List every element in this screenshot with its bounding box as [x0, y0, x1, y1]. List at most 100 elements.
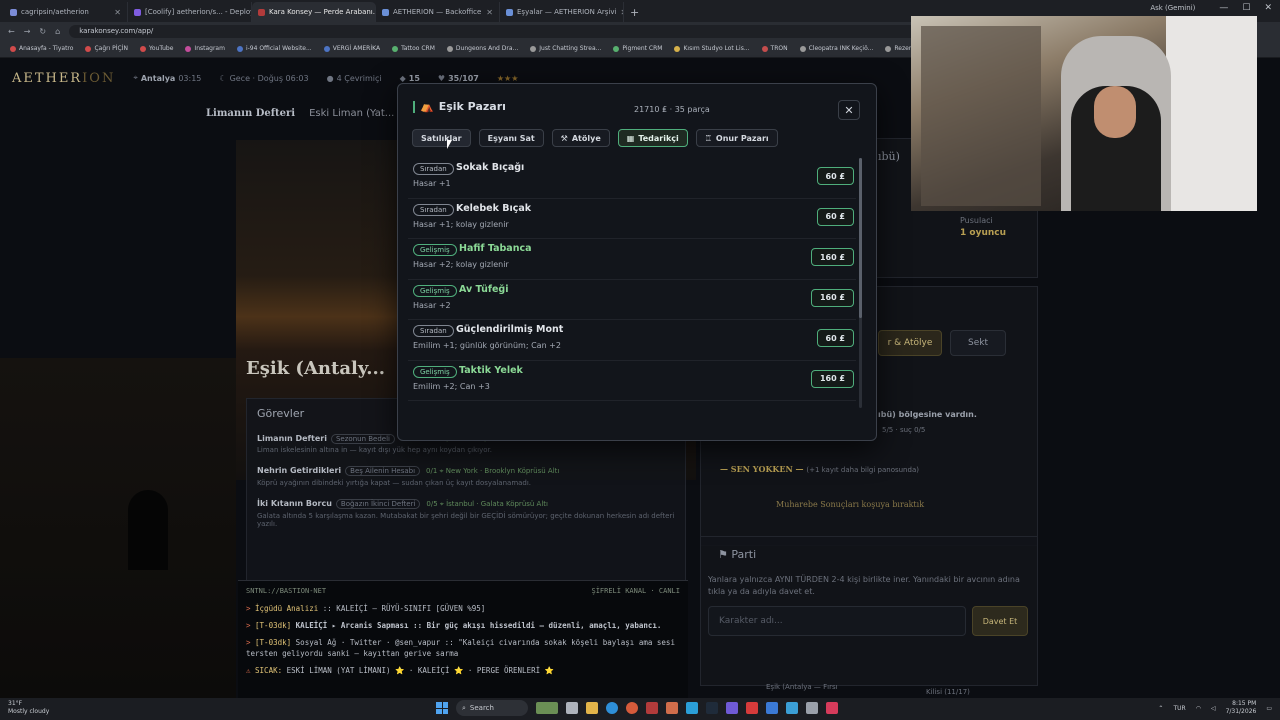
character-name-input[interactable]: Karakter adı...	[708, 606, 966, 636]
taskbar-search[interactable]: ⌕ Search	[456, 700, 528, 716]
breadcrumb-current[interactable]: Limanın Defteri	[206, 108, 295, 119]
buy-button[interactable]: 160 ₤	[810, 248, 854, 266]
minimize-icon[interactable]: —	[1219, 3, 1228, 13]
buy-button[interactable]: 60 ₤	[816, 329, 854, 347]
terminal-title: SNTNL://BASTION-NET	[246, 587, 327, 595]
terminal-line: > [T-03dk] Sosyal Ağ · Twitter · @sen_va…	[246, 638, 675, 658]
item-stats: Emilim +1; günlük görünüm; Can +2	[413, 341, 561, 350]
tab-market-workshop[interactable]: r & Atölye	[878, 330, 942, 356]
bookmark-icon	[761, 45, 768, 52]
bookmark[interactable]: Tattoo CRM	[392, 45, 435, 52]
browser-tab[interactable]: cagripsin/aetherion ✕	[4, 2, 128, 22]
back-icon[interactable]: ←	[8, 27, 15, 36]
item-stats: Hasar +1; kolay gizlenir	[413, 219, 509, 229]
bookmark[interactable]: Anasayfa - Tiyatro	[10, 45, 73, 52]
invite-button[interactable]: Davet Et	[972, 606, 1028, 636]
coolify-icon	[134, 8, 141, 16]
tab-workshop[interactable]: ⚒ Atölye	[551, 129, 610, 147]
notification-icon[interactable]: ▭	[1266, 705, 1272, 712]
bookmark[interactable]: i-94 Official Website...	[236, 45, 312, 52]
bookmark[interactable]: Cleopatra INK Keçiö...	[799, 45, 873, 52]
nav-time: ☾ Gece · Doğuş 06:03	[219, 73, 309, 83]
app-icon[interactable]	[826, 702, 838, 714]
bookmark[interactable]: Çağrı PİÇİN	[85, 45, 128, 52]
breadcrumb-other[interactable]: Eski Liman (Yat...	[309, 108, 394, 119]
buy-button[interactable]: 160 ₤	[810, 369, 854, 388]
window-controls: Ask (Gemini) — ☐ ✕	[1150, 3, 1272, 13]
browser-tab[interactable]: AETHERION — Backoffice ✕	[376, 2, 500, 22]
quest-item[interactable]: Nehrin Getirdikleri Beş Ailenin Hesabı 0/1…	[257, 466, 675, 487]
list-scrollbar[interactable]	[859, 158, 862, 408]
terminal-line: ⚠ SICAK: ESKİ LİMAN (YAT LİMANI) ⭐ · KAL…	[246, 666, 554, 675]
item-name: Güçlendirilmiş Mont	[456, 324, 564, 335]
buy-button[interactable]: 160 ₤	[810, 288, 854, 307]
chrome-icon[interactable]	[626, 702, 638, 714]
browser-tab[interactable]: Eşyalar — AETHERION Arşivi✕	[500, 2, 624, 22]
clock[interactable]: 8:15 PM 7/31/2026	[1226, 700, 1257, 716]
head-shape	[1094, 86, 1136, 138]
bookmark[interactable]: YouTube	[140, 45, 173, 52]
close-modal-button[interactable]: ✕	[838, 100, 860, 120]
close-tab-icon[interactable]: ✕	[486, 8, 493, 17]
app-icon[interactable]	[666, 702, 678, 714]
url-field[interactable]: karakonsey.com/app/	[69, 24, 950, 38]
steam-icon[interactable]	[706, 702, 718, 714]
tab-sector[interactable]: Sekt	[950, 330, 1006, 356]
bookmark[interactable]: Kısım Studyo Lot Lis...	[674, 45, 750, 52]
youtube-icon	[140, 45, 147, 52]
scrollbar-thumb[interactable]	[859, 158, 862, 318]
weather-widget[interactable]: 31°F Mostly cloudy	[8, 700, 49, 716]
rarity-badge: Sıradan	[413, 325, 454, 337]
bookmark[interactable]: TRON	[761, 45, 788, 52]
browser-tab[interactable]: [Coolify] aetherion/s... - Deploy✕	[128, 2, 252, 22]
skype-icon[interactable]	[686, 702, 698, 714]
task-view-icon[interactable]	[566, 702, 578, 714]
nav-location: ⌖ Antalya 03:15	[133, 73, 202, 83]
modal-header: ⛺ Eşik Pazarı 21710 ₤ · 35 parça ✕	[398, 84, 876, 130]
modal-balance: 21710 ₤ · 35 parça	[634, 105, 710, 114]
tab-for-sale[interactable]: Satılıklar	[412, 129, 471, 147]
home-icon[interactable]: ⌂	[55, 27, 60, 36]
chevron-up-icon[interactable]: ⌃	[1158, 705, 1163, 712]
tab-honor-market[interactable]: ♖ Onur Pazarı	[695, 129, 778, 147]
docs-icon[interactable]	[766, 702, 778, 714]
edge-icon[interactable]	[606, 702, 618, 714]
tab-sell-items[interactable]: Eşyanı Sat	[478, 129, 544, 147]
list-item: Sıradan Güçlendirilmiş Mont Emilim +1; g…	[408, 320, 856, 361]
browser-tab-active[interactable]: Kara Konsey — Perde Arabanı...✕	[252, 2, 376, 22]
obs-icon[interactable]	[746, 702, 758, 714]
quest-item[interactable]: İki Kıtanın Borcu Boğazın İkinci Defteri 0…	[257, 499, 675, 528]
reload-icon[interactable]: ↻	[39, 27, 46, 36]
language-indicator[interactable]: TUR	[1173, 705, 1185, 712]
bookmark[interactable]: Pigment CRM	[613, 45, 662, 52]
bookmark[interactable]: VERGİ AMERİKA	[323, 45, 380, 52]
file-explorer-icon[interactable]	[586, 702, 598, 714]
widget-icon[interactable]	[536, 702, 558, 714]
forward-icon[interactable]: →	[24, 27, 31, 36]
discord-icon[interactable]	[726, 702, 738, 714]
tab-supplier[interactable]: ▦ Tedarikçi	[617, 129, 688, 147]
windows-start-icon[interactable]	[436, 702, 448, 714]
buy-button[interactable]: 60 ₤	[816, 167, 854, 185]
profile-name[interactable]: Ask (Gemini)	[1150, 4, 1195, 12]
app-icon[interactable]	[646, 702, 658, 714]
new-tab-button[interactable]: +	[624, 2, 645, 22]
bookmark[interactable]: Dungeons And Dra...	[446, 45, 518, 52]
app-logo[interactable]: AETHERION	[12, 71, 115, 86]
bookmark[interactable]: Instagram	[185, 45, 225, 52]
webcam-overlay	[911, 16, 1257, 211]
close-window-icon[interactable]: ✕	[1264, 3, 1272, 13]
buy-button[interactable]: 60 ₤	[816, 207, 854, 226]
app-icon[interactable]	[786, 702, 798, 714]
list-item: Gelişmiş Hafif Tabanca Hasar +2; kolay g…	[408, 239, 856, 280]
maximize-icon[interactable]: ☐	[1242, 3, 1250, 13]
rarity-badge: Sıradan	[413, 203, 454, 216]
nav-online: ● 4 Çevrimiçi	[326, 73, 382, 83]
close-tab-icon[interactable]: ✕	[114, 8, 121, 17]
wifi-icon[interactable]: ◠	[1196, 705, 1201, 712]
app-icon[interactable]	[806, 702, 818, 714]
volume-icon[interactable]: ◁	[1211, 705, 1216, 712]
os-taskbar: 31°F Mostly cloudy ⌕ Search ⌃ TUR ◠ ◁ 8:15…	[0, 698, 1280, 720]
breadcrumb: Limanın Defteri Eski Liman (Yat...	[206, 108, 394, 119]
bookmark[interactable]: Just Chatting Strea...	[530, 45, 601, 52]
